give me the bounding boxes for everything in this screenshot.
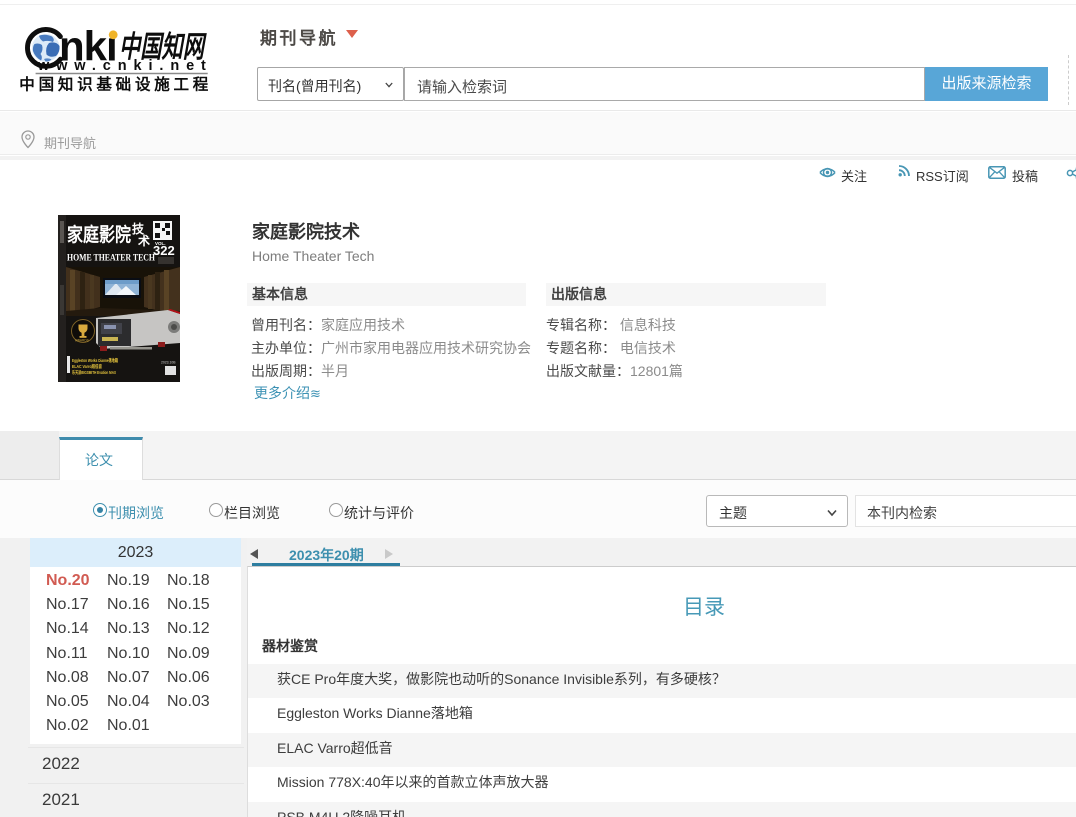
svg-text:中国知识基础设施工程: 中国知识基础设施工程 — [19, 75, 208, 94]
svg-text:乐天派BIGSMITH Evation MAX: 乐天派BIGSMITH Evation MAX — [72, 369, 117, 376]
svg-text:AWARDS: AWARDS — [75, 339, 89, 343]
svg-text:Eggleston Works Dianne落地箱: Eggleston Works Dianne落地箱 — [72, 357, 118, 364]
svg-text:ELAC Varro超低音: ELAC Varro超低音 — [72, 363, 102, 370]
svg-text:家庭影院: 家庭影院 — [67, 223, 131, 246]
svg-text:术: 术 — [137, 233, 150, 248]
svg-text:322: 322 — [153, 243, 175, 258]
svg-text:HOME THEATER TECH: HOME THEATER TECH — [67, 253, 155, 263]
svg-text:2023.10B: 2023.10B — [161, 361, 176, 365]
